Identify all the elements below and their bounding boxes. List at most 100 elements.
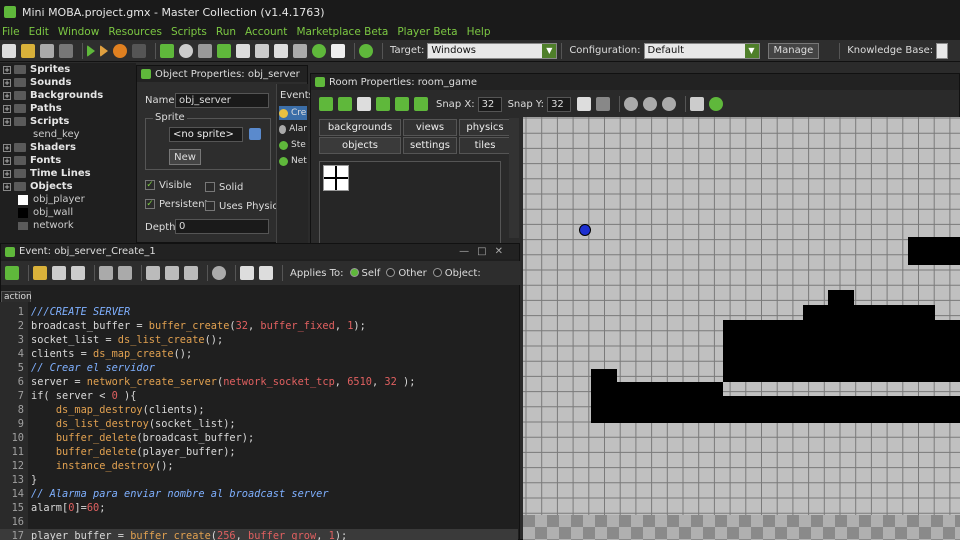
code-area[interactable]: 1 ///CREATE SERVER 2 broadcast_buffer = buf… (0, 302, 518, 540)
print-icon[interactable] (71, 266, 85, 280)
add-path-icon[interactable] (217, 43, 231, 58)
clear-room-icon[interactable] (357, 97, 371, 111)
new-project-icon[interactable] (2, 43, 16, 58)
other-radio[interactable]: Other (386, 268, 427, 279)
code-line[interactable]: 8 ds_map_destroy(clients); (0, 403, 518, 417)
manage-button[interactable]: Manage (767, 42, 820, 59)
tree-item[interactable]: + Paths (0, 102, 136, 115)
menu-item[interactable]: Marketplace Beta (296, 26, 388, 38)
view-options-icon[interactable] (596, 97, 611, 111)
add-shader-icon[interactable] (255, 43, 269, 58)
event-item[interactable]: Ste (279, 138, 307, 152)
window-controls[interactable]: —□✕ (459, 246, 511, 257)
snap-x-field[interactable]: 32 (477, 96, 502, 112)
knowledge-base-input[interactable] (936, 42, 949, 59)
code-line[interactable]: 15 alarm[0]=60; (0, 501, 518, 515)
wall-instance[interactable] (908, 237, 960, 265)
target-select[interactable]: Windows ▼ (427, 42, 558, 59)
self-radio[interactable]: Self (349, 268, 380, 279)
code-line[interactable]: 17 player_buffer = buffer_create(256, buf… (0, 529, 518, 540)
expand-icon[interactable]: + (3, 169, 11, 178)
zoom-out-icon[interactable] (624, 97, 639, 111)
expand-icon[interactable]: + (3, 91, 11, 100)
tree-item[interactable]: + Shaders (0, 141, 136, 154)
add-font-icon[interactable] (274, 43, 288, 58)
tree-item[interactable]: obj_player (0, 193, 136, 206)
code-line[interactable]: 12 instance_destroy(); (0, 459, 518, 473)
expand-icon[interactable]: + (3, 182, 11, 191)
object-selector-icon[interactable] (323, 165, 349, 191)
uses-physics-checkbox[interactable]: Uses Physics (205, 201, 283, 212)
tree-item[interactable]: + Sounds (0, 76, 136, 89)
wall-instance[interactable] (591, 396, 960, 423)
object-properties-titlebar[interactable]: Object Properties: obj_server (137, 66, 307, 82)
sprite-select[interactable]: <no sprite> (169, 127, 243, 142)
code-line[interactable]: 4 clients = ds_map_create(); (0, 347, 518, 361)
code-line[interactable]: 9 ds_list_destroy(socket_list); (0, 417, 518, 431)
solid-checkbox[interactable]: Solid (205, 182, 243, 193)
help-icon[interactable] (709, 97, 724, 111)
expand-icon[interactable]: + (3, 104, 11, 113)
tree-item[interactable]: + Sprites (0, 63, 136, 76)
add-timeline-icon[interactable] (293, 43, 307, 58)
stop-icon[interactable] (113, 43, 127, 58)
help-icon[interactable] (359, 43, 373, 58)
expand-icon[interactable]: + (3, 143, 11, 152)
save-project-icon[interactable] (40, 43, 54, 58)
debug-icon[interactable] (100, 44, 108, 57)
code-line[interactable]: 13} (0, 473, 518, 487)
snap-y-field[interactable]: 32 (547, 96, 572, 112)
code-line[interactable]: 16 (0, 515, 518, 529)
wall-instance[interactable] (723, 320, 960, 342)
open-icon[interactable] (33, 266, 47, 280)
wall-instance[interactable] (617, 382, 723, 396)
new-sprite-button[interactable]: New (169, 149, 201, 165)
code-line[interactable]: 1 ///CREATE SERVER (0, 305, 518, 319)
paste-icon[interactable] (184, 266, 198, 280)
configuration-select[interactable]: Default ▼ (643, 42, 760, 59)
expand-icon[interactable]: + (3, 117, 11, 126)
tree-item[interactable]: network (0, 219, 136, 232)
confirm-icon[interactable] (319, 97, 333, 111)
menu-item[interactable]: Scripts (171, 26, 207, 38)
shift-icon[interactable] (376, 97, 390, 111)
menu-item[interactable]: Help (467, 26, 491, 38)
zoom-reset-icon[interactable] (643, 97, 658, 111)
unlock-icon[interactable] (414, 97, 428, 111)
undo-icon[interactable] (99, 266, 113, 280)
event-item[interactable]: Alar (279, 122, 307, 136)
code-line[interactable]: 11 buffer_delete(player_buffer); (0, 445, 518, 459)
grid-toggle-icon[interactable] (577, 97, 592, 111)
code-line[interactable]: 14 // Alarma para enviar nombre al broadc… (0, 487, 518, 501)
wall-instance[interactable] (803, 305, 935, 320)
tab-views[interactable]: views (403, 119, 457, 136)
wall-instance[interactable] (723, 342, 960, 382)
grid-icon[interactable] (240, 266, 254, 280)
expand-icon[interactable]: + (3, 78, 11, 87)
menu-item[interactable]: Run (216, 26, 236, 38)
open-project-icon[interactable] (21, 43, 35, 58)
copy-icon[interactable] (165, 266, 179, 280)
room-properties-titlebar[interactable]: Room Properties: room_game (311, 74, 959, 90)
player-instance[interactable] (579, 224, 591, 236)
code-line[interactable]: 10 buffer_delete(broadcast_buffer); (0, 431, 518, 445)
tab-tiles[interactable]: tiles (459, 137, 511, 154)
tree-item[interactable]: + Backgrounds (0, 89, 136, 102)
menu-item[interactable]: Account (245, 26, 287, 38)
add-room-icon[interactable] (331, 43, 345, 58)
event-item[interactable]: Net (279, 154, 307, 168)
code-editor-titlebar[interactable]: Event: obj_server_Create_1 —□✕ (1, 244, 519, 259)
tree-item[interactable]: + Fonts (0, 154, 136, 167)
export-icon[interactable] (59, 43, 73, 58)
tab-physics[interactable]: physics (459, 119, 511, 136)
room-canvas[interactable] (523, 117, 960, 540)
add-sprite-icon[interactable] (160, 43, 174, 58)
tree-item[interactable]: send_key (0, 128, 136, 141)
menu-item[interactable]: File (2, 26, 20, 38)
expand-icon[interactable]: + (3, 156, 11, 165)
tree-item[interactable]: + Objects (0, 180, 136, 193)
code-line[interactable]: 7 if( server < 0 ){ (0, 389, 518, 403)
redo-icon[interactable] (118, 266, 132, 280)
sprite-browse-icon[interactable] (249, 128, 261, 140)
tab-objects[interactable]: objects (319, 137, 401, 154)
